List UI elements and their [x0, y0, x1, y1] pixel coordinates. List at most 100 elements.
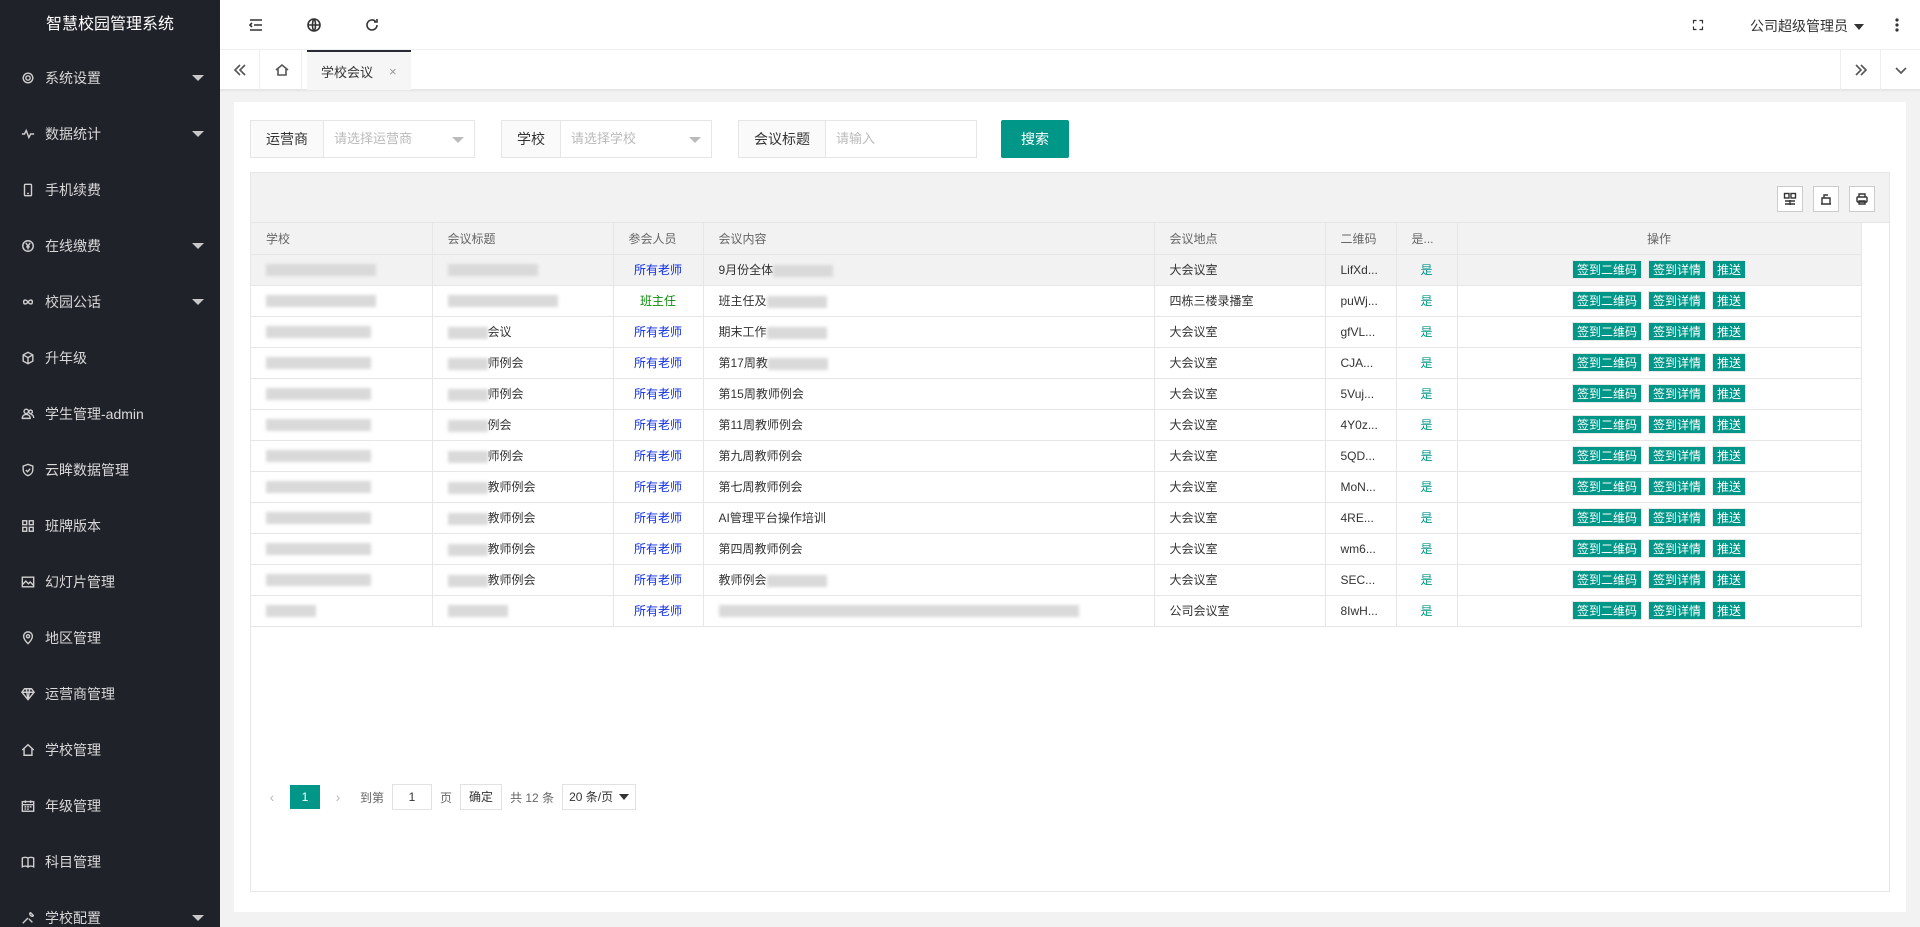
sidebar-item-image[interactable]: 幻灯片管理 [0, 554, 220, 610]
operator-input[interactable]: 请选择运营商 [324, 121, 474, 157]
signin-detail-button[interactable]: 签到详情 [1647, 446, 1706, 465]
school-input[interactable]: 请选择学校 [561, 121, 711, 157]
signin-qrcode-button[interactable]: 签到二维码 [1571, 446, 1642, 465]
column-header[interactable]: 会议标题 [432, 223, 614, 255]
refresh-icon[interactable] [362, 15, 382, 35]
push-button[interactable]: 推送 [1712, 384, 1747, 403]
table-row[interactable]: 所有老师 公司会议室 8IwH... 是签到二维码 签到详情 推送 [251, 595, 1862, 627]
operator-select[interactable]: 运营商 请选择运营商 [250, 120, 475, 158]
sidebar-item-book[interactable]: 科目管理 [0, 834, 220, 890]
table-row[interactable]: 所有老师 9月份全体 大会议室 LifXd... 是签到二维码 签到详情 推送 [251, 254, 1862, 286]
sidebar-item-phone[interactable]: 手机续费 [0, 162, 220, 218]
school-select[interactable]: 学校 请选择学校 [501, 120, 712, 158]
signin-qrcode-button[interactable]: 签到二维码 [1571, 415, 1642, 434]
page-size-select[interactable]: 20 条/页 [562, 784, 637, 810]
table-row[interactable]: 例会 所有老师 第11周教师例会 大会议室 4Y0z... 是签到二维码 签到详情 推送 [251, 409, 1862, 441]
goto-page-input[interactable]: 1 [392, 784, 433, 810]
signin-qrcode-button[interactable]: 签到二维码 [1571, 322, 1642, 341]
push-button[interactable]: 推送 [1712, 570, 1747, 589]
column-header[interactable]: 操作 [1457, 223, 1862, 255]
signin-detail-button[interactable]: 签到详情 [1647, 384, 1706, 403]
sidebar-item-users[interactable]: 学生管理-admin [0, 386, 220, 442]
title-field[interactable]: 会议标题 请输入 [738, 120, 977, 158]
goto-confirm-button[interactable]: 确定 [460, 784, 503, 810]
push-button[interactable]: 推送 [1712, 353, 1747, 372]
table-row[interactable]: 教师例会 所有老师 第七周教师例会 大会议室 MoN... 是签到二维码 签到详情 推送 [251, 471, 1862, 503]
sidebar-item-yen[interactable]: 在线缴费 [0, 218, 220, 274]
title-input[interactable]: 请输入 [826, 121, 976, 157]
push-button[interactable]: 推送 [1712, 539, 1747, 558]
signin-detail-button[interactable]: 签到详情 [1647, 477, 1706, 496]
column-header[interactable]: 会议地点 [1154, 223, 1326, 255]
signin-detail-button[interactable]: 签到详情 [1647, 570, 1706, 589]
user-menu[interactable]: 公司超级管理员 [1750, 16, 1864, 36]
signin-qrcode-button[interactable]: 签到二维码 [1571, 477, 1642, 496]
signin-qrcode-button[interactable]: 签到二维码 [1571, 260, 1642, 279]
sidebar-item-home[interactable]: 学校管理 [0, 722, 220, 778]
signin-detail-button[interactable]: 签到详情 [1647, 260, 1706, 279]
fullscreen-icon[interactable] [1688, 15, 1708, 35]
sidebar-item-shield[interactable]: 云眸数据管理 [0, 442, 220, 498]
signin-detail-button[interactable]: 签到详情 [1647, 508, 1706, 527]
signin-qrcode-button[interactable]: 签到二维码 [1571, 601, 1642, 620]
search-button[interactable]: 搜索 [1001, 120, 1069, 158]
table-row[interactable]: 会议 所有老师 期末工作 大会议室 gfVL... 是签到二维码 签到详情 推送 [251, 316, 1862, 348]
signin-detail-button[interactable]: 签到详情 [1647, 539, 1706, 558]
push-button[interactable]: 推送 [1712, 260, 1747, 279]
signin-qrcode-button[interactable]: 签到二维码 [1571, 539, 1642, 558]
push-button[interactable]: 推送 [1712, 601, 1747, 620]
signin-detail-button[interactable]: 签到详情 [1647, 291, 1706, 310]
sidebar-item-cube[interactable]: 升年级 [0, 330, 220, 386]
table-row[interactable]: 教师例会 所有老师 AI管理平台操作培训 大会议室 4RE... 是签到二维码 签到详情 推送 [251, 502, 1862, 534]
tab-school-meeting[interactable]: 学校会议 × [307, 50, 411, 90]
column-header[interactable]: 会议内容 [703, 223, 1155, 255]
next-page-icon[interactable]: › [330, 789, 346, 805]
tabs-scroll-right-icon[interactable] [1840, 50, 1880, 90]
push-button[interactable]: 推送 [1712, 508, 1747, 527]
signin-qrcode-button[interactable]: 签到二维码 [1571, 353, 1642, 372]
push-button[interactable]: 推送 [1712, 446, 1747, 465]
signin-qrcode-button[interactable]: 签到二维码 [1571, 384, 1642, 403]
sidebar-item-calendar[interactable]: 年级管理 [0, 778, 220, 834]
column-header[interactable]: 学校 [251, 223, 433, 255]
signin-detail-button[interactable]: 签到详情 [1647, 415, 1706, 434]
export-icon[interactable] [1813, 186, 1839, 212]
prev-page-icon[interactable]: ‹ [264, 789, 280, 805]
sidebar-item-location[interactable]: 地区管理 [0, 610, 220, 666]
table-row[interactable]: 班主任 班主任及 四栋三楼录播室 puWj... 是签到二维码 签到详情 推送 [251, 285, 1862, 317]
signin-detail-button[interactable]: 签到详情 [1647, 353, 1706, 372]
sidebar-item-diamond[interactable]: 运营商管理 [0, 666, 220, 722]
table-row[interactable]: 师例会 所有老师 第17周教 大会议室 CJA... 是签到二维码 签到详情 推送 [251, 347, 1862, 379]
column-header[interactable]: 二维码 [1325, 223, 1397, 255]
sidebar-item-gear[interactable]: 系统设置 [0, 50, 220, 106]
push-button[interactable]: 推送 [1712, 477, 1747, 496]
table-row[interactable]: 教师例会 所有老师 第四周教师例会 大会议室 wm6... 是签到二维码 签到详情 推送 [251, 533, 1862, 565]
signin-detail-button[interactable]: 签到详情 [1647, 322, 1706, 341]
column-header[interactable]: 参会人员 [613, 223, 704, 255]
table-row[interactable]: 教师例会 所有老师 教师例会 大会议室 SEC... 是签到二维码 签到详情 推送 [251, 564, 1862, 596]
signin-qrcode-button[interactable]: 签到二维码 [1571, 508, 1642, 527]
sidebar-item-apps[interactable]: 班牌版本 [0, 498, 220, 554]
push-button[interactable]: 推送 [1712, 291, 1747, 310]
tabs-scroll-left-icon[interactable] [220, 50, 260, 90]
signin-qrcode-button[interactable]: 签到二维码 [1571, 291, 1642, 310]
home-tab-icon[interactable] [262, 50, 302, 90]
push-button[interactable]: 推送 [1712, 415, 1747, 434]
globe-icon[interactable] [304, 15, 324, 35]
signin-qrcode-button[interactable]: 签到二维码 [1571, 570, 1642, 589]
table-row[interactable]: 师例会 所有老师 第15周教师例会 大会议室 5Vuj... 是签到二维码 签到详情 推送 [251, 378, 1862, 410]
columns-filter-icon[interactable] [1777, 186, 1803, 212]
tabs-dropdown-icon[interactable] [1880, 50, 1920, 90]
more-vertical-icon[interactable] [1887, 15, 1907, 35]
column-header[interactable]: 是... [1396, 223, 1458, 255]
print-icon[interactable] [1849, 186, 1875, 212]
sidebar-item-pulse[interactable]: 数据统计 [0, 106, 220, 162]
push-button[interactable]: 推送 [1712, 322, 1747, 341]
signin-detail-button[interactable]: 签到详情 [1647, 601, 1706, 620]
tab-close-icon[interactable]: × [389, 64, 397, 79]
collapse-menu-icon[interactable] [246, 15, 266, 35]
table-row[interactable]: 师例会 所有老师 第九周教师例会 大会议室 5QD... 是签到二维码 签到详情 推送 [251, 440, 1862, 472]
sidebar-item-tools[interactable]: 学校配置 [0, 890, 220, 927]
sidebar-item-infinity[interactable]: 校园公话 [0, 274, 220, 330]
current-page[interactable]: 1 [290, 785, 320, 809]
